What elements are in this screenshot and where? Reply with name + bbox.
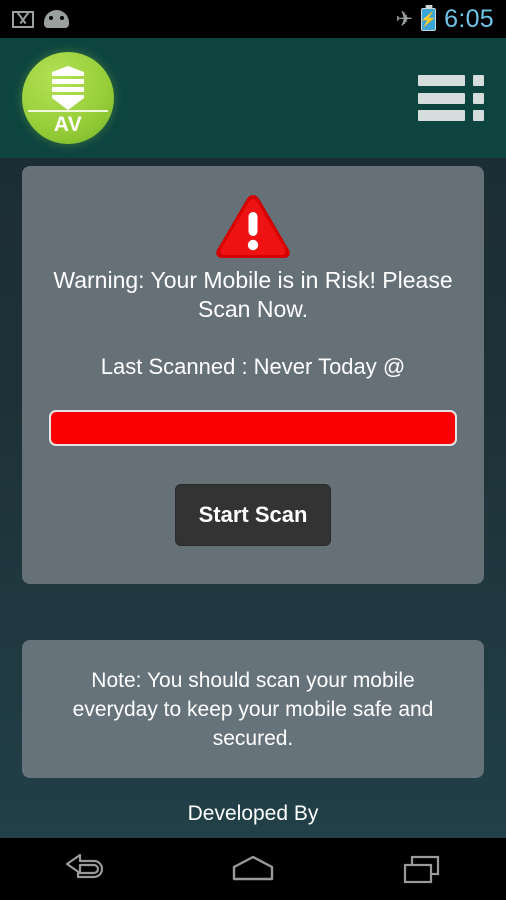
status-bar-system: ✈ ⚡ 6:05 [396, 5, 494, 34]
status-bar-notifications [12, 10, 69, 28]
airplane-mode-icon: ✈ [395, 7, 414, 31]
battery-charging-icon: ⚡ [419, 7, 438, 31]
status-bar: ✈ ⚡ 6:05 [0, 0, 506, 38]
menu-row [418, 110, 484, 121]
menu-bar [418, 110, 465, 121]
antivirus-logo[interactable]: AV [22, 52, 114, 144]
android-icon [44, 10, 69, 28]
recents-icon [403, 855, 439, 884]
menu-row [418, 75, 484, 86]
warning-triangle-icon [216, 195, 290, 258]
warning-message: Warning: Your Mobile is in Risk! Please … [53, 267, 453, 322]
scan-progress-bar[interactable] [49, 410, 457, 446]
scan-card: Warning: Your Mobile is in Risk! Please … [22, 166, 484, 584]
menu-icon[interactable] [418, 75, 484, 121]
status-bar-clock: 6:05 [444, 4, 494, 33]
menu-bar [418, 92, 465, 104]
back-arrow-icon [66, 853, 104, 879]
android-nav-bar [0, 838, 506, 900]
battery-bolt-icon: ⚡ [419, 11, 438, 27]
note-text: Note: You should scan your mobile everyd… [72, 668, 434, 750]
app-header: AV [0, 38, 506, 158]
menu-row [418, 92, 484, 104]
app-screen: ✈ ⚡ 6:05 AV Warning: Your Mobile is in R… [0, 0, 506, 900]
logo-divider [28, 110, 108, 112]
note-card: Note: You should scan your mobile everyd… [22, 640, 484, 778]
logo-label: AV [53, 113, 83, 136]
developed-by-label: Developed By [187, 802, 319, 825]
menu-dot [473, 110, 484, 121]
shield-icon [52, 66, 84, 110]
nav-home-button[interactable] [169, 838, 338, 900]
nav-recents-button[interactable] [337, 838, 506, 900]
menu-bar [418, 75, 465, 86]
gmail-icon [12, 10, 34, 28]
menu-dot [473, 75, 484, 86]
nav-back-button[interactable] [0, 838, 169, 900]
menu-dot [473, 92, 484, 104]
home-icon [232, 855, 274, 881]
start-scan-button[interactable]: Start Scan [175, 484, 331, 546]
last-scanned-label: Last Scanned : Never Today @ [100, 354, 406, 379]
